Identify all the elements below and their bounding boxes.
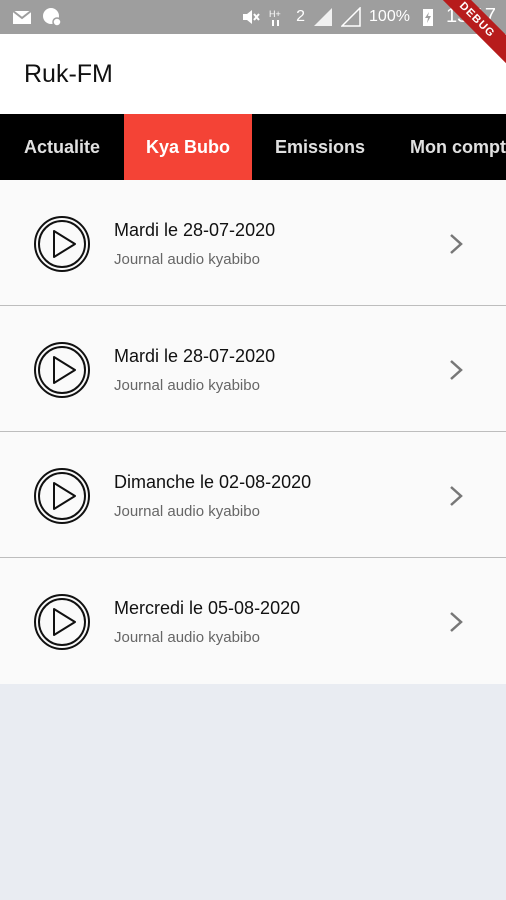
list-item[interactable]: Dimanche le 02-08-2020 Journal audio kya…	[0, 432, 506, 558]
chevron-right-icon	[450, 486, 463, 506]
battery-percent: 100%	[369, 7, 410, 25]
chat-icon	[43, 8, 62, 27]
episode-list: Mardi le 28-07-2020 Journal audio kyabib…	[0, 180, 506, 684]
episode-subtitle: Journal audio kyabibo	[114, 629, 260, 646]
app-bar: Ruk-FM	[0, 34, 506, 114]
mail-icon	[12, 10, 32, 24]
episode-subtitle: Journal audio kyabibo	[114, 377, 260, 394]
list-item[interactable]: Mardi le 28-07-2020 Journal audio kyabib…	[0, 306, 506, 432]
sim-indicator: 2	[296, 7, 306, 25]
chevron-right-icon	[450, 612, 463, 632]
data-hplus-icon: H+	[269, 9, 281, 26]
chevron-right-icon	[450, 234, 463, 254]
tab-kya-bubo[interactable]: Kya Bubo	[124, 114, 252, 180]
episode-title: Mardi le 28-07-2020	[114, 346, 276, 366]
status-bar: H+ 2 100% 15:17	[0, 0, 506, 34]
list-item[interactable]: Mercredi le 05-08-2020 Journal audio kya…	[0, 558, 506, 684]
tab-actualite[interactable]: Actualite	[0, 114, 124, 180]
tab-bar: Actualite Kya Bubo Emissions Mon compte	[0, 114, 506, 180]
play-circle-icon[interactable]	[33, 341, 91, 399]
signal-icon-2	[341, 6, 361, 27]
app-title: Ruk-FM	[24, 60, 113, 88]
status-bar-left	[12, 7, 62, 27]
episode-title: Mercredi le 05-08-2020	[114, 598, 301, 618]
chevron-right-icon	[450, 360, 463, 380]
battery-charging-icon	[422, 8, 433, 26]
svg-text:H+: H+	[269, 9, 281, 19]
signal-icon	[314, 7, 333, 26]
episode-title: Dimanche le 02-08-2020	[114, 472, 312, 492]
tab-emissions[interactable]: Emissions	[252, 114, 388, 180]
episode-title: Mardi le 28-07-2020	[114, 220, 276, 240]
play-circle-icon[interactable]	[33, 593, 91, 651]
play-circle-icon[interactable]	[33, 467, 91, 525]
play-circle-icon[interactable]	[33, 215, 91, 273]
episode-subtitle: Journal audio kyabibo	[114, 251, 260, 268]
mute-icon	[243, 9, 260, 24]
list-item[interactable]: Mardi le 28-07-2020 Journal audio kyabib…	[0, 180, 506, 306]
episode-subtitle: Journal audio kyabibo	[114, 503, 260, 520]
tab-mon-compte[interactable]: Mon compte	[388, 114, 506, 180]
